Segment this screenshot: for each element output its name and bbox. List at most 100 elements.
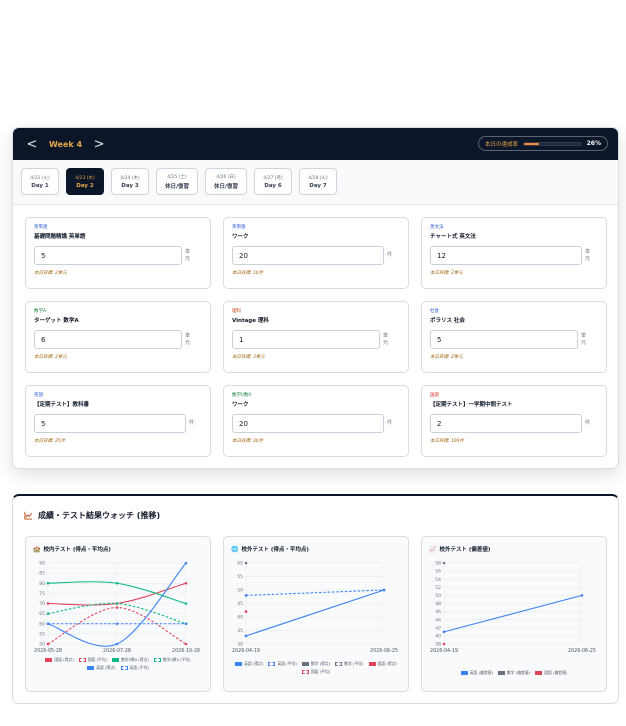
- task-input-row: 2件: [430, 414, 598, 433]
- task-target: 本日目標: 10件: [232, 271, 264, 276]
- task-progress-input[interactable]: 12: [430, 246, 582, 265]
- task-input-row: 20 件: [232, 246, 400, 265]
- legend-label: 英語 (得点): [244, 661, 264, 666]
- task-unit: 件: [387, 420, 393, 426]
- task-card: 数学I/数II ワーク 20 件本日目標: 30件: [223, 385, 409, 457]
- task-name: ワーク: [232, 234, 249, 240]
- day-tab-date: 4/24 (木): [120, 175, 140, 181]
- task-target: 本日目標: 2単元: [430, 271, 463, 276]
- day-tab-2[interactable]: 4/23 (水) Day 2: [66, 168, 104, 195]
- y-tick-label: 46: [435, 609, 441, 615]
- data-point: [184, 602, 188, 605]
- task-progress-input[interactable]: 6: [34, 330, 182, 349]
- chart-panel: 🏫 校内テスト (得点・平均点) 50 55 60 65 70 75 80 85 90 2026-05…: [25, 536, 211, 692]
- task-progress-input[interactable]: 20: [232, 414, 384, 433]
- y-tick-label: 54: [435, 577, 441, 583]
- legend-item[interactable]: 国語 (平均): [78, 657, 107, 663]
- y-tick-label: 75: [39, 591, 45, 597]
- data-point: [382, 588, 386, 592]
- weekly-plan-card: < Week 4 > 本日の達成率 26% 4/22 (火) Day 1 4/23…: [12, 127, 619, 469]
- task-progress-input[interactable]: 5: [430, 330, 578, 349]
- legend-swatch: [535, 671, 543, 675]
- day-tab-5[interactable]: 4/26 (日) 休日/復習: [205, 168, 247, 195]
- task-name: ターゲット 数学A: [34, 318, 79, 324]
- prev-week-button[interactable]: <: [23, 137, 41, 152]
- legend-item[interactable]: 国語 (得点): [368, 661, 397, 667]
- legend-item[interactable]: 英語 (平均): [268, 661, 297, 667]
- task-subject: 英文法: [430, 225, 444, 230]
- task-progress-input[interactable]: 1: [232, 330, 380, 349]
- achievement-progress-bar: [523, 141, 582, 146]
- y-tick-label: 56: [435, 569, 441, 575]
- task-unit: 単元: [383, 332, 389, 346]
- day-tab-label: Day 3: [121, 182, 139, 189]
- legend-swatch: [45, 658, 53, 662]
- legend-item[interactable]: 数学 (平均): [335, 661, 364, 667]
- task-subject: 社会: [430, 309, 439, 314]
- task-name: ボラリス 社会: [430, 318, 465, 324]
- task-input-row: 5件: [34, 414, 202, 433]
- day-tab-date: 4/26 (日): [216, 174, 236, 180]
- task-name: 【定期テスト】教科書: [34, 402, 90, 408]
- data-point: [115, 581, 119, 585]
- legend-item[interactable]: 数学I/数II (得点): [112, 657, 149, 663]
- data-point: [442, 630, 446, 634]
- data-point: [442, 561, 446, 565]
- task-input-row: 5 単元: [430, 330, 598, 349]
- day-tab-3[interactable]: 4/24 (木) Day 3: [111, 168, 149, 195]
- legend-swatch: [112, 658, 120, 662]
- legend-item[interactable]: 英語 (偏差値): [460, 670, 493, 676]
- task-target: 本日目標: 30件: [232, 439, 264, 444]
- legend-label: 国語 (平均): [310, 669, 331, 674]
- achievement-progress-fill: [524, 142, 539, 145]
- data-point: [46, 602, 50, 605]
- task-progress-input[interactable]: 20: [232, 246, 384, 265]
- legend-item[interactable]: 英語 (得点): [235, 661, 263, 667]
- day-tab-4[interactable]: 4/25 (土) 休日/復習: [156, 168, 198, 195]
- data-point: [184, 581, 188, 585]
- task-progress-input[interactable]: 2: [430, 414, 582, 433]
- day-tab-7[interactable]: 4/28 (火) Day 7: [299, 168, 337, 195]
- task-unit: 件: [387, 252, 393, 258]
- day-tab-date: 4/28 (火): [308, 175, 328, 181]
- task-target: 本日目標: 2単元: [34, 355, 67, 360]
- data-point: [244, 610, 248, 613]
- legend-item[interactable]: 数学 (偏差値): [497, 670, 530, 676]
- legend-item[interactable]: 数学I/数II (平均): [153, 657, 191, 663]
- data-point: [244, 634, 248, 638]
- chart-panel: 📈 校外テスト (偏差値) 38 40 42 44 46 48 50 52 54 56 58 2026-0…: [421, 536, 607, 692]
- task-unit: 件: [585, 420, 591, 426]
- legend-item[interactable]: 国語 (偏差値): [535, 670, 567, 676]
- data-point: [442, 642, 446, 646]
- y-tick-label: 55: [39, 631, 45, 637]
- task-progress-input[interactable]: 5: [34, 414, 186, 433]
- task-unit: 単元: [185, 248, 191, 262]
- y-tick-label: 70: [39, 601, 45, 607]
- task-input-row: 1 単元: [232, 330, 400, 349]
- legend-item[interactable]: 国語 (得点): [45, 657, 74, 663]
- x-tick-label: 2026-05-28: [34, 648, 62, 654]
- legend-swatch: [301, 670, 309, 674]
- legend-item[interactable]: 英語 (平均): [120, 665, 149, 671]
- data-point: [115, 622, 119, 626]
- day-tab-label: Day 7: [309, 182, 327, 189]
- day-tab-1[interactable]: 4/22 (火) Day 1: [21, 168, 59, 195]
- day-tab-label: 休日/復習: [164, 183, 189, 190]
- task-progress-input[interactable]: 5: [34, 246, 182, 265]
- y-tick-label: 30: [237, 642, 243, 648]
- y-tick-label: 55: [237, 574, 243, 580]
- legend-swatch: [335, 662, 343, 666]
- next-week-button[interactable]: >: [90, 137, 108, 152]
- legend-swatch: [87, 666, 95, 670]
- y-tick-label: 60: [237, 561, 243, 567]
- data-point: [244, 594, 248, 597]
- legend-item[interactable]: 数学 (得点): [301, 661, 330, 667]
- chart-legend: 国語 (得点) 国語 (平均) 数学I/数II (得点) 数学I/数II (平均) 英語…: [26, 657, 210, 671]
- legend-item[interactable]: 英語 (得点): [87, 665, 116, 671]
- legend-item[interactable]: 国語 (平均): [301, 669, 331, 675]
- legend-label: 英語 (平均): [277, 661, 297, 666]
- data-point: [115, 602, 119, 605]
- task-subject: 数学I/数II: [232, 393, 251, 398]
- x-tick-label: 2026-10-28: [172, 648, 200, 654]
- day-tab-6[interactable]: 4/27 (月) Day 6: [254, 168, 292, 195]
